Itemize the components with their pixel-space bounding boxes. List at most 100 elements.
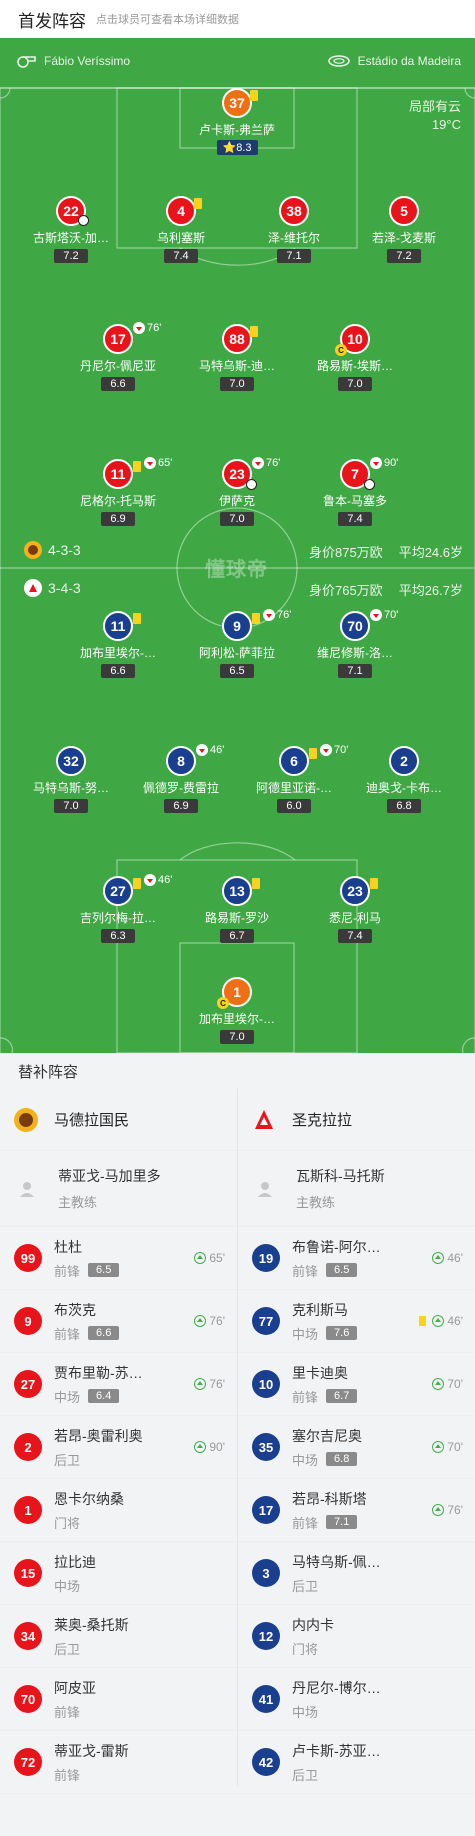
- player-number: 38: [279, 196, 309, 226]
- sub-position: 前锋: [292, 1263, 319, 1279]
- player-name: 泽-维托尔: [268, 231, 320, 245]
- sub-out-icon: [144, 874, 156, 886]
- home-player-5[interactable]: 5 若泽-戈麦斯 7.2: [349, 196, 459, 264]
- away-sub-row[interactable]: 41 丹尼尔-博尔… 中场: [238, 1668, 475, 1731]
- away-sub-row[interactable]: 35 塞尔吉尼奥 中场 6.8 70': [238, 1416, 475, 1479]
- home-team-logo-icon: [24, 541, 42, 559]
- sub-number: 17: [252, 1496, 280, 1524]
- sub-position: 后卫: [54, 1641, 81, 1657]
- away-player-11[interactable]: 1 C 加布里埃尔-… 7.0: [182, 977, 292, 1045]
- home-player-2[interactable]: 22 古斯塔沃-加… 7.2: [16, 196, 126, 264]
- player-number: 70: [340, 611, 370, 641]
- away-sub-row[interactable]: 42 卢卡斯-苏亚… 后卫: [238, 1731, 475, 1794]
- sub-name: 莱奥-桑托斯: [54, 1616, 129, 1633]
- player-rating: ⭐8.3: [216, 140, 258, 155]
- player-number: 11: [103, 611, 133, 641]
- sub-in-minute: 76': [194, 1377, 225, 1391]
- referee-name: Fábio Veríssimo: [44, 54, 131, 68]
- home-player-7[interactable]: 88 马特乌斯-迪… 7.0: [182, 324, 292, 392]
- away-player-2[interactable]: 9 76' 阿利松-萨菲拉 6.5: [182, 609, 292, 679]
- away-player-6[interactable]: 6 70' 阿德里亚诺-… 6.0: [239, 744, 349, 814]
- player-rating: 7.0: [220, 377, 254, 391]
- away-formation: 3-4-3: [24, 579, 81, 597]
- home-player-10[interactable]: 23 76' 伊萨克 7.0: [182, 457, 292, 527]
- away-sub-row[interactable]: 77 克利斯马 中场 7.6 46': [238, 1290, 475, 1353]
- away-player-3[interactable]: 70 70' 维尼修斯-洛… 7.1: [300, 609, 410, 679]
- sub-in-minute: 46': [432, 1251, 463, 1265]
- sub-name: 布茨克: [54, 1301, 96, 1318]
- sub-name: 塞尔吉尼奥: [292, 1427, 362, 1444]
- home-sub-row[interactable]: 34 莱奥-桑托斯 后卫: [0, 1605, 237, 1668]
- sub-rating: 6.5: [326, 1263, 358, 1277]
- sub-position: 中场: [54, 1389, 81, 1405]
- away-player-9[interactable]: 13 路易斯-罗沙 6.7: [182, 876, 292, 944]
- home-sub-row[interactable]: 70 阿皮亚 前锋: [0, 1668, 237, 1731]
- sub-number: 42: [252, 1748, 280, 1776]
- away-sub-row[interactable]: 10 里卡迪奥 前锋 6.7 70': [238, 1353, 475, 1416]
- home-sub-row[interactable]: 99 杜杜 前锋 6.5 65': [0, 1227, 237, 1290]
- away-player-5[interactable]: 8 46' 佩德罗-费雷拉 6.9: [126, 744, 236, 814]
- away-player-4[interactable]: 32 马特乌斯-努… 7.0: [16, 746, 126, 814]
- home-player-8[interactable]: 10 C 路易斯-埃斯… 7.0: [300, 324, 410, 392]
- home-player-11[interactable]: 7 90' 鲁本-马塞多 7.4: [300, 457, 410, 527]
- player-rating: 7.2: [387, 249, 421, 263]
- home-sub-row[interactable]: 9 布茨克 前锋 6.6 76': [0, 1290, 237, 1353]
- home-sub-row[interactable]: 15 拉比迪 中场: [0, 1542, 237, 1605]
- player-number: 37: [222, 88, 252, 118]
- home-value: 身价875万欧: [308, 545, 383, 560]
- home-player-4[interactable]: 38 泽-维托尔 7.1: [239, 196, 349, 264]
- away-player-8[interactable]: 27 46' 吉列尔梅-拉… 6.3: [63, 874, 173, 944]
- away-player-10[interactable]: 23 悉尼-利马 7.4: [300, 876, 410, 944]
- sub-out: 70': [320, 744, 348, 756]
- yellow-card-icon: [309, 748, 317, 759]
- coach-avatar-icon: [20, 1181, 34, 1197]
- player-number: 17: [103, 324, 133, 354]
- player-rating: 6.8: [387, 799, 421, 813]
- sub-name: 若昂-奥雷利奥: [54, 1427, 143, 1444]
- coach-role: 主教练: [58, 1195, 98, 1210]
- away-sub-row[interactable]: 19 布鲁诺-阿尔… 前锋 6.5 46': [238, 1227, 475, 1290]
- sub-rating: 7.6: [326, 1326, 358, 1340]
- sub-out: 70': [370, 609, 398, 621]
- sub-out: 76': [133, 322, 161, 334]
- sub-info: 马特乌斯-佩… 后卫: [292, 1552, 381, 1595]
- away-player-1[interactable]: 11 加布里埃尔-… 6.6: [63, 611, 173, 679]
- away-player-7[interactable]: 2 迪奥戈-卡布… 6.8: [349, 746, 459, 814]
- sub-number: 2: [14, 1433, 42, 1461]
- home-sub-row[interactable]: 27 贾布里勒-苏… 中场 6.4 76': [0, 1353, 237, 1416]
- home-player-6[interactable]: 17 76' 丹尼尔-佩尼亚 6.6: [63, 322, 173, 392]
- home-age: 平均24.6岁: [398, 545, 463, 560]
- home-player-1[interactable]: 37 卢卡斯-弗兰萨 ⭐8.3: [182, 88, 292, 156]
- sub-name: 恩卡尔纳桑: [54, 1490, 124, 1507]
- sub-out-icon: [370, 457, 382, 469]
- sub-info: 克利斯马 中场 7.6: [292, 1300, 358, 1343]
- away-coach-row[interactable]: 瓦斯科-马托斯 主教练: [238, 1151, 475, 1227]
- home-sub-row[interactable]: 72 蒂亚戈-雷斯 前锋: [0, 1731, 237, 1794]
- home-formation-label: 4-3-3: [48, 542, 81, 558]
- home-sub-row[interactable]: 2 若昂-奥雷利奥 后卫 90': [0, 1416, 237, 1479]
- home-sub-row[interactable]: 1 恩卡尔纳桑 门将: [0, 1479, 237, 1542]
- sub-out-icon: [320, 744, 332, 756]
- home-team-row: 马德拉国民: [0, 1089, 237, 1151]
- lineup-header: 首发阵容 点击球员可查看本场详细数据: [0, 0, 475, 38]
- sub-info: 卢卡斯-苏亚… 后卫: [292, 1741, 381, 1784]
- sub-rating: 6.6: [88, 1326, 120, 1340]
- home-player-3[interactable]: 4 乌利塞斯 7.4: [126, 196, 236, 264]
- coach-avatar-icon: [258, 1181, 272, 1197]
- home-team-stats: 身价875万欧 平均24.6岁: [293, 542, 463, 561]
- yellow-card-icon: [252, 878, 260, 889]
- captain-icon: C: [217, 997, 229, 1009]
- sub-name: 若昂-科斯塔: [292, 1490, 367, 1507]
- player-name: 加布里埃尔-…: [80, 646, 156, 660]
- player-rating: 6.5: [220, 664, 254, 678]
- home-player-9[interactable]: 11 65' 尼格尔-托马斯 6.9: [63, 457, 173, 527]
- away-sub-row[interactable]: 17 若昂-科斯塔 前锋 7.1 76': [238, 1479, 475, 1542]
- home-coach-row[interactable]: 蒂亚戈-马加里多 主教练: [0, 1151, 237, 1227]
- sub-out: 76': [252, 457, 280, 469]
- away-value: 身价765万欧: [308, 583, 383, 598]
- sub-name: 拉比迪: [54, 1553, 96, 1570]
- sub-position: 前锋: [54, 1767, 81, 1783]
- weather: 局部有云 19°C: [409, 98, 461, 134]
- away-sub-row[interactable]: 3 马特乌斯-佩… 后卫: [238, 1542, 475, 1605]
- away-sub-row[interactable]: 12 内内卡 门将: [238, 1605, 475, 1668]
